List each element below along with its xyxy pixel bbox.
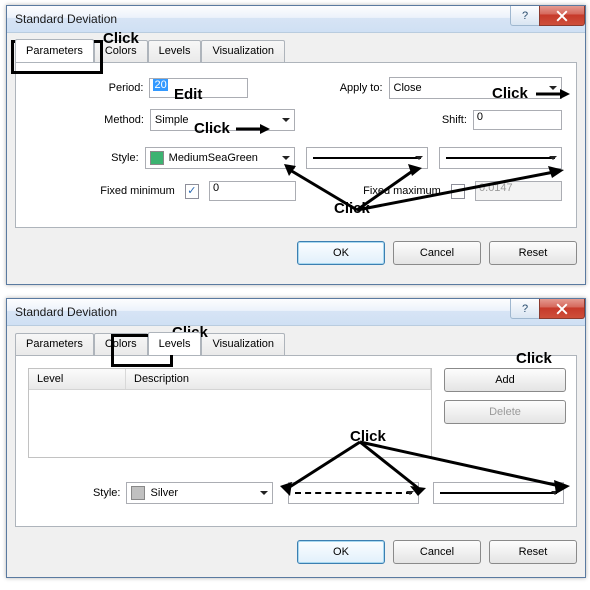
style-linewidth-dropdown[interactable]: [433, 482, 564, 504]
dialog-stddev-levels: Standard Deviation ? Parameters Colors L…: [6, 298, 586, 578]
tab-parameters[interactable]: Parameters: [15, 333, 94, 356]
style-label: Style:: [30, 152, 145, 164]
fixed-min-input[interactable]: 0: [209, 181, 296, 201]
tab-body-levels: Level Description Add Delete Style: Silv…: [15, 355, 577, 527]
tab-body-parameters: Period: 20 Apply to: Close Method: Simpl…: [15, 62, 577, 228]
method-label: Method:: [30, 114, 150, 126]
close-button[interactable]: [539, 299, 585, 319]
shift-input[interactable]: 0: [473, 110, 562, 130]
help-button[interactable]: ?: [510, 6, 540, 26]
color-swatch-icon: [150, 151, 164, 165]
tabstrip: Parameters Colors Levels Visualization: [7, 33, 585, 62]
help-button[interactable]: ?: [510, 299, 540, 319]
tab-colors[interactable]: Colors: [94, 40, 148, 63]
tabstrip: Parameters Colors Levels Visualization: [7, 326, 585, 355]
title-text: Standard Deviation: [15, 12, 117, 26]
shift-label: Shift:: [295, 114, 473, 126]
style-color-dropdown[interactable]: MediumSeaGreen: [145, 147, 295, 169]
chevron-down-icon: [551, 491, 559, 495]
applyto-dropdown[interactable]: Close: [389, 77, 562, 99]
close-button[interactable]: [539, 6, 585, 26]
col-level[interactable]: Level: [29, 369, 126, 389]
chevron-down-icon: [549, 86, 557, 90]
ok-button[interactable]: OK: [297, 540, 385, 564]
chevron-down-icon: [549, 156, 557, 160]
color-swatch-icon: [131, 486, 145, 500]
col-description[interactable]: Description: [126, 369, 431, 389]
add-button[interactable]: Add: [444, 368, 566, 392]
style-color-dropdown[interactable]: Silver: [126, 482, 273, 504]
reset-button[interactable]: Reset: [489, 540, 577, 564]
tab-colors[interactable]: Colors: [94, 333, 148, 356]
fixed-max-input: 0.0147: [475, 181, 562, 201]
fixed-max-checkbox[interactable]: [451, 184, 465, 199]
chevron-down-icon: [260, 491, 268, 495]
reset-button[interactable]: Reset: [489, 241, 577, 265]
method-value: Simple: [155, 114, 189, 126]
tab-levels[interactable]: Levels: [148, 332, 202, 355]
close-icon: [556, 10, 568, 22]
fixed-min-label: Fixed minimum: [30, 185, 181, 197]
style-linestyle-dropdown[interactable]: [288, 482, 419, 504]
button-row: OK Cancel Reset: [7, 535, 585, 574]
chevron-down-icon: [406, 491, 414, 495]
tab-parameters[interactable]: Parameters: [15, 39, 94, 62]
titlebar[interactable]: Standard Deviation ?: [7, 299, 585, 326]
fixed-min-checkbox[interactable]: [185, 184, 199, 199]
titlebar[interactable]: Standard Deviation ?: [7, 6, 585, 33]
tab-visualization[interactable]: Visualization: [201, 333, 285, 356]
tab-visualization[interactable]: Visualization: [201, 40, 285, 63]
chevron-down-icon: [282, 156, 290, 160]
style-color-value: MediumSeaGreen: [169, 152, 258, 164]
style-label: Style:: [28, 487, 126, 499]
style-linewidth-dropdown[interactable]: [439, 147, 562, 169]
style-color-value: Silver: [150, 487, 178, 499]
ok-button[interactable]: OK: [297, 241, 385, 265]
button-row: OK Cancel Reset: [7, 236, 585, 275]
chevron-down-icon: [415, 156, 423, 160]
style-linestyle-dropdown[interactable]: [306, 147, 429, 169]
period-label: Period:: [30, 82, 149, 94]
delete-button: Delete: [444, 400, 566, 424]
dialog-stddev-parameters: Standard Deviation ? Parameters Colors L…: [6, 5, 586, 285]
cancel-button[interactable]: Cancel: [393, 241, 481, 265]
applyto-label: Apply to:: [248, 82, 389, 94]
chevron-down-icon: [282, 118, 290, 122]
cancel-button[interactable]: Cancel: [393, 540, 481, 564]
fixed-max-label: Fixed maximum: [296, 185, 447, 197]
tab-levels[interactable]: Levels: [148, 40, 202, 63]
applyto-value: Close: [394, 82, 422, 94]
levels-table[interactable]: Level Description: [28, 368, 432, 458]
method-dropdown[interactable]: Simple: [150, 109, 295, 131]
title-text: Standard Deviation: [15, 305, 117, 319]
period-input[interactable]: 20: [149, 78, 247, 98]
close-icon: [556, 303, 568, 315]
